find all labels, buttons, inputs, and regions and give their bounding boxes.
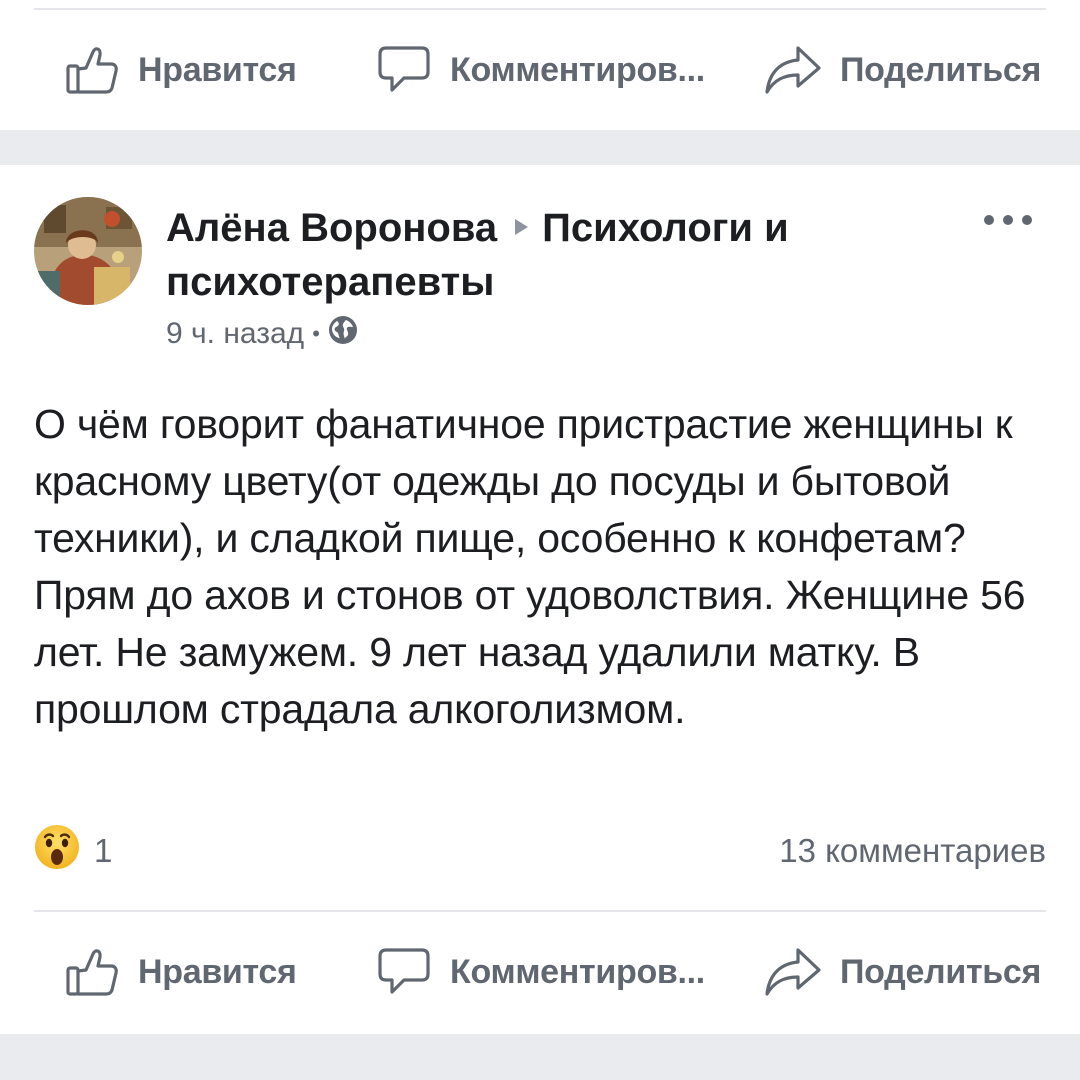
post-title-line: Алёна Воронова Психологи и психотерапевты — [166, 201, 866, 309]
post-time[interactable]: 9 ч. назад — [166, 317, 304, 351]
divider — [34, 910, 1046, 912]
author-name[interactable]: Алёна Воронова — [166, 206, 497, 250]
more-options-button[interactable] — [984, 205, 1032, 235]
divider — [34, 8, 1046, 10]
feed-separator — [0, 130, 1080, 165]
wow-emoji-icon — [34, 824, 80, 878]
comment-bubble-icon — [376, 42, 432, 98]
like-button[interactable]: Нравится — [64, 932, 297, 1012]
more-dot — [984, 215, 994, 225]
comment-label: Комментиров... — [450, 952, 705, 991]
feed-separator — [0, 1034, 1080, 1080]
share-arrow-icon — [764, 944, 822, 1000]
share-label: Поделиться — [840, 50, 1042, 89]
arrow-right-icon — [515, 219, 529, 235]
reactions-summary[interactable]: 1 — [34, 824, 113, 878]
comments-count-link[interactable]: 13 комментариев — [779, 826, 1046, 876]
comment-button[interactable]: Комментиров... — [376, 932, 705, 1012]
more-dot — [1003, 215, 1013, 225]
separator-dot: • — [312, 321, 320, 346]
more-dot — [1022, 215, 1032, 225]
globe-icon — [328, 315, 358, 353]
comment-button[interactable]: Комментиров... — [376, 30, 705, 110]
like-label: Нравится — [138, 952, 297, 991]
post-header: Алёна Воронова Психологи и психотерапевты… — [0, 165, 1080, 365]
action-bar-top: Нравится Комментиров... Поделиться — [0, 30, 1080, 110]
post-meta: 9 ч. назад • — [166, 315, 358, 353]
like-button[interactable]: Нравится — [64, 30, 297, 110]
share-label: Поделиться — [840, 952, 1042, 991]
share-arrow-icon — [764, 42, 822, 98]
post-text: О чём говорит фанатичное пристрастие жен… — [34, 401, 1026, 732]
comment-bubble-icon — [376, 944, 432, 1000]
avatar[interactable] — [34, 197, 142, 305]
thumbs-up-icon — [64, 944, 120, 1000]
share-button[interactable]: Поделиться — [764, 30, 1041, 110]
thumbs-up-icon — [64, 42, 120, 98]
comment-label: Комментиров... — [450, 50, 705, 89]
share-button[interactable]: Поделиться — [764, 932, 1041, 1012]
reaction-count: 1 — [94, 832, 113, 869]
like-label: Нравится — [138, 50, 297, 89]
action-bar-bottom: Нравится Комментиров... Поделиться — [0, 932, 1080, 1012]
